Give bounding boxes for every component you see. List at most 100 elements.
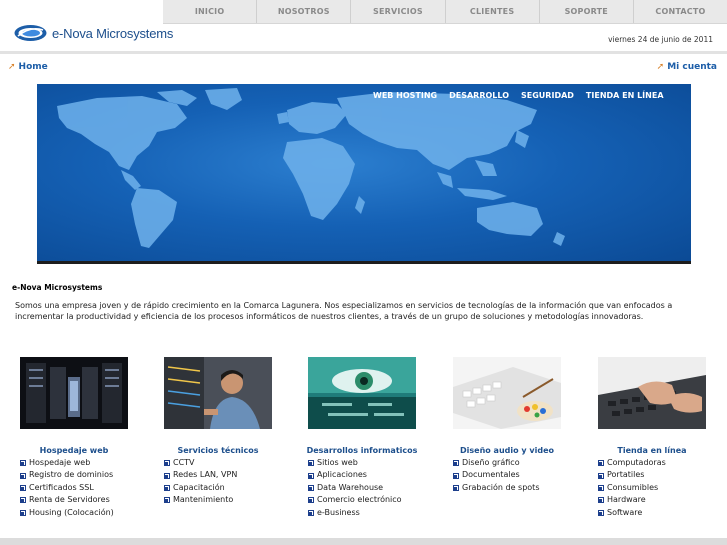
list-item[interactable]: CCTV [164,457,298,469]
list-item-label: Registro de dominios [29,470,114,480]
list-item[interactable]: Grabación de spots [453,482,587,494]
list-item-label: Redes LAN, VPN [173,470,238,480]
logo-swoosh-icon [14,25,47,41]
top-nav: INICIO NOSOTROS SERVICIOS CLIENTES SOPOR… [163,0,727,24]
list-item[interactable]: Renta de Servidores [20,494,154,506]
nav-inicio[interactable]: INICIO [163,0,256,23]
bullet-icon [20,460,26,467]
bullet-icon [20,509,26,516]
eye-screen-image[interactable] [308,357,416,429]
bullet-icon [598,509,604,516]
company-intro: Somos una empresa joven y de rápido crec… [15,301,673,321]
list-item[interactable]: Hospedaje web [20,457,154,469]
list-item-label: Documentales [462,470,520,480]
list-item[interactable]: Mantenimiento [164,494,298,506]
banner-link-tienda[interactable]: TIENDA EN LÍNEA [586,91,664,100]
list-item[interactable]: Housing (Colocación) [20,507,154,519]
service-list: CCTV Redes LAN, VPN Capacitación Manteni… [164,457,298,507]
bullet-icon [598,485,604,492]
list-item-label: Hospedaje web [29,458,91,467]
banner-menu: WEB HOSTING DESARROLLO SEGURIDAD TIENDA … [373,91,676,100]
list-item[interactable]: Sitios web [308,457,442,469]
technician-image[interactable] [164,357,272,429]
my-account-link[interactable]: ➚ Mi cuenta [657,62,717,72]
list-item-label: Grabación de spots [462,482,540,492]
bullet-icon [598,472,604,479]
list-item[interactable]: e-Business [308,507,442,519]
list-item-label: Certificados SSL [29,482,94,492]
list-item[interactable]: Computadoras [598,457,727,469]
list-item[interactable]: Certificados SSL [20,482,154,494]
bullet-icon [453,485,459,492]
keyboard-palette-image[interactable] [453,357,561,429]
site-logo[interactable]: e-Nova Microsystems [14,24,173,42]
list-item-label: Aplicaciones [317,470,367,480]
nav-clientes[interactable]: CLIENTES [444,0,539,23]
nav-servicios[interactable]: SERVICIOS [350,0,444,23]
list-item-label: Sitios web [317,458,358,467]
column-title: Desarrollos informaticos [306,446,418,455]
banner-link-seguridad[interactable]: SEGURIDAD [521,91,574,100]
list-item-label: Portatiles [607,470,645,480]
service-list: Hospedaje web Registro de dominios Certi… [20,457,154,519]
nav-contacto[interactable]: CONTACTO [632,0,727,23]
current-date: viernes 24 de junio de 2011 [608,35,713,44]
service-column-store: Tienda en línea Computadoras Portatiles … [592,357,727,519]
service-list: Diseño gráfico Documentales Grabación de… [453,457,587,494]
company-title: e-Nova Microsystems [12,283,103,292]
bullet-icon [598,460,604,467]
bullet-icon [164,485,170,492]
list-item-label: Data Warehouse [317,482,384,492]
list-item[interactable]: Diseño gráfico [453,457,587,469]
bullet-icon [453,472,459,479]
column-title: Hospedaje web [39,446,109,455]
bullet-icon [598,497,604,504]
list-item[interactable]: Documentales [453,469,587,481]
banner-link-desarrollo[interactable]: DESARROLLO [449,91,509,100]
laptop-typing-image[interactable] [598,357,706,429]
list-item[interactable]: Redes LAN, VPN [164,469,298,481]
bullet-icon [308,460,314,467]
service-column-design: Diseño audio y video Diseño gráfico Docu… [447,357,587,494]
list-item-label: Computadoras [607,458,666,467]
service-list: Sitios web Aplicaciones Data Warehouse C… [308,457,442,519]
bullet-icon [453,460,459,467]
list-item[interactable]: Portatiles [598,469,727,481]
bullet-icon [164,497,170,504]
home-link[interactable]: ➚ Home [8,62,48,72]
list-item-label: Hardware [607,495,646,505]
home-link-label: Home [18,62,48,72]
service-column-technical: Servicios técnicos CCTV Redes LAN, VPN C… [158,357,298,507]
service-list: Computadoras Portatiles Consumibles Hard… [598,457,727,519]
bullet-icon [164,460,170,467]
bullet-icon [308,485,314,492]
column-title: Diseño audio y video [460,446,554,455]
list-item-label: Capacitación [173,482,225,492]
divider [0,51,727,54]
list-item-label: e-Business [317,507,360,517]
list-item-label: Diseño gráfico [462,458,520,467]
server-room-image[interactable] [20,357,128,429]
list-item[interactable]: Registro de dominios [20,469,154,481]
nav-soporte[interactable]: SOPORTE [538,0,633,23]
list-item[interactable]: Aplicaciones [308,469,442,481]
column-title: Servicios técnicos [177,446,259,455]
bullet-icon [308,472,314,479]
list-item[interactable]: Consumibles [598,482,727,494]
list-item[interactable]: Hardware [598,494,727,506]
list-item[interactable]: Software [598,507,727,519]
bullet-icon [20,472,26,479]
list-item[interactable]: Comercio electrónico [308,494,442,506]
world-map-icon [57,88,565,248]
list-item[interactable]: Capacitación [164,482,298,494]
bullet-icon [164,472,170,479]
arrow-icon: ➚ [656,62,665,72]
bullet-icon [308,509,314,516]
service-column-development: Desarrollos informaticos Sitios web Apli… [302,357,442,519]
list-item-label: Renta de Servidores [29,495,110,505]
list-item-label: CCTV [173,458,195,467]
nav-nosotros[interactable]: NOSOTROS [256,0,350,23]
column-title: Tienda en línea [617,446,687,455]
list-item[interactable]: Data Warehouse [308,482,442,494]
banner-link-web-hosting[interactable]: WEB HOSTING [373,91,437,100]
